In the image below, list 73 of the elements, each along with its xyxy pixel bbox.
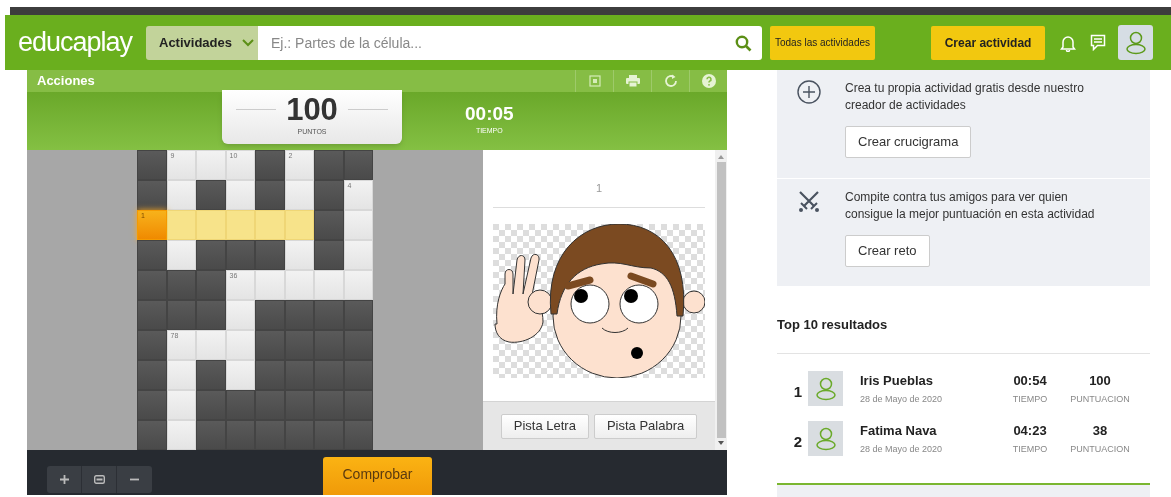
user-avatar[interactable] <box>1118 25 1154 60</box>
user-icon <box>814 376 837 401</box>
grid-cell[interactable] <box>166 360 196 390</box>
time-label: TIEMPO <box>1012 442 1048 456</box>
results-title: Top 10 resultados <box>777 316 889 334</box>
score-value: 100 <box>286 94 338 125</box>
player-name[interactable]: Fatima Nava <box>860 421 1000 441</box>
grid-cell[interactable] <box>225 300 255 330</box>
category-dropdown[interactable]: Actividades <box>146 25 258 60</box>
help-icon[interactable] <box>701 74 716 88</box>
user-icon <box>814 426 837 451</box>
fit-screen-icon <box>93 475 105 484</box>
rank-number: 1 <box>792 382 803 403</box>
result-time: 04:23 <box>1013 422 1047 440</box>
print-icon[interactable] <box>625 75 640 87</box>
promo-text: Compite contra tus amigos para ver quien consigue la mejor puntuación en esta actividad <box>845 189 1096 223</box>
promo-button[interactable]: Crear reto <box>845 235 930 267</box>
chevron-down-icon <box>242 38 254 47</box>
highlighted-cell[interactable] <box>166 210 196 240</box>
all-activities-button[interactable]: Todas las actividades <box>770 25 876 60</box>
grid-cell[interactable] <box>343 270 373 300</box>
grid-cell[interactable] <box>284 270 314 300</box>
result-score: 100 <box>1089 372 1111 390</box>
grid-cell[interactable] <box>166 420 196 450</box>
score-label: PUNTUACION <box>1070 392 1130 406</box>
create-activity-button[interactable]: Crear actividad <box>931 25 1046 60</box>
screen-icon[interactable] <box>588 75 601 87</box>
result-date: 28 de Mayo de 2020 <box>860 392 944 406</box>
grid-cell[interactable] <box>166 240 196 270</box>
bell-icon[interactable] <box>1060 33 1077 52</box>
highlighted-cell[interactable] <box>225 210 255 240</box>
highlighted-cell[interactable] <box>284 210 314 240</box>
player-name[interactable]: Iris Pueblas <box>860 371 1000 391</box>
scroll-down-icon[interactable] <box>718 441 724 445</box>
grid-cell[interactable] <box>166 180 196 210</box>
grid-cell[interactable] <box>225 360 255 390</box>
timer-value: 00:05 <box>465 104 514 123</box>
check-button[interactable]: Comprobar <box>323 457 432 495</box>
score-label: PUNTUACION <box>1070 442 1130 456</box>
rank-number: 2 <box>792 432 803 453</box>
time-label: TIEMPO <box>1012 392 1048 406</box>
search-icon[interactable] <box>735 34 752 52</box>
crossed-swords-icon <box>797 189 821 213</box>
scroll-up-icon[interactable] <box>718 155 724 159</box>
chat-icon[interactable] <box>1090 34 1107 51</box>
logo[interactable]: educaplay <box>18 29 132 56</box>
promo-text: Crea tu propia actividad gratis desde nuestro creador de actividades <box>845 80 1085 114</box>
clue-number: 1 <box>595 181 603 196</box>
grid-cell[interactable] <box>166 390 196 420</box>
grid-cell[interactable] <box>284 180 314 210</box>
grid-cell[interactable] <box>284 240 314 270</box>
grid-cell[interactable] <box>225 180 255 210</box>
grid-cell[interactable] <box>196 330 226 360</box>
hint-button[interactable]: Pista Letra <box>500 413 589 439</box>
refresh-icon[interactable] <box>663 74 678 88</box>
user-icon <box>1124 30 1147 55</box>
scrollbar[interactable] <box>715 150 727 450</box>
highlighted-cell[interactable] <box>255 210 285 240</box>
hint-button[interactable]: Pista Palabra <box>593 413 698 439</box>
plus-icon <box>59 475 69 484</box>
grid-cell[interactable] <box>255 270 285 300</box>
highlighted-cell[interactable] <box>196 210 226 240</box>
grid-cell[interactable] <box>343 210 373 240</box>
result-time: 00:54 <box>1013 372 1047 390</box>
grid-cell[interactable] <box>225 330 255 360</box>
grid-cell[interactable] <box>343 240 373 270</box>
search-field[interactable]: Ej.: Partes de la célula... <box>258 25 762 60</box>
result-date: 28 de Mayo de 2020 <box>860 442 944 456</box>
grid-cell[interactable] <box>314 270 344 300</box>
promo-button[interactable]: Crear crucigrama <box>845 126 972 158</box>
plus-circle-icon <box>797 80 821 104</box>
grid-cell[interactable] <box>196 150 226 180</box>
result-score: 38 <box>1092 422 1108 440</box>
